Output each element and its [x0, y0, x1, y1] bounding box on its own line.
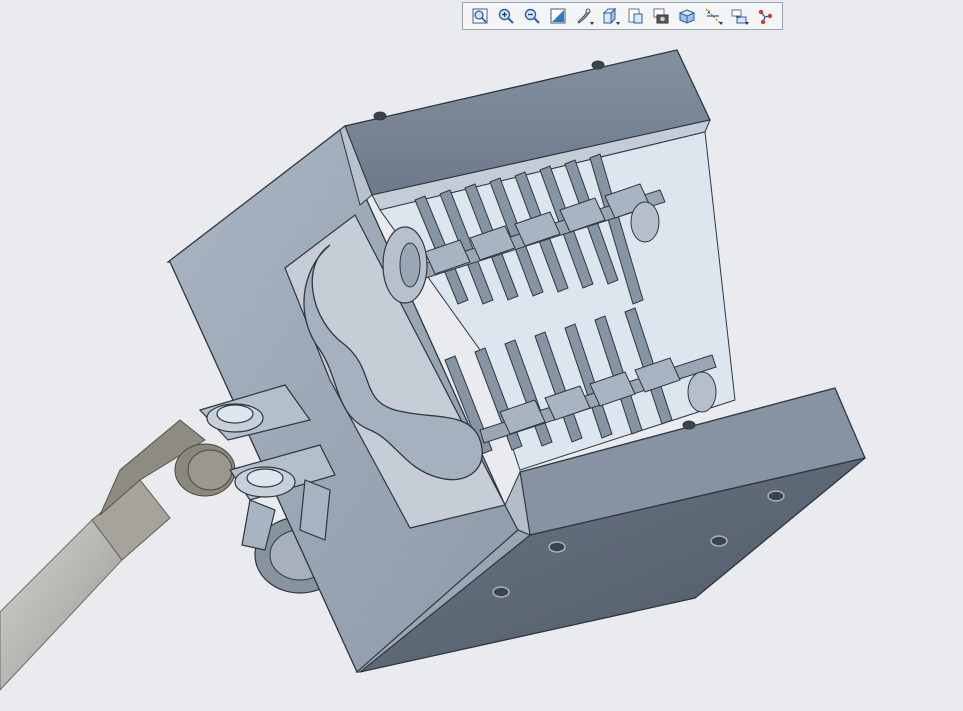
upper-bearing	[630, 201, 660, 243]
zoom-in-icon	[498, 8, 514, 24]
view-manager-button[interactable]	[623, 4, 649, 28]
handle-rod	[0, 419, 236, 691]
repaint-button[interactable]	[545, 4, 571, 28]
section-view-button[interactable]	[674, 4, 700, 28]
repaint-icon	[550, 8, 566, 24]
saved-orientations-button[interactable]	[597, 4, 623, 28]
section-view-icon	[679, 9, 696, 24]
display-style-button[interactable]	[571, 4, 597, 28]
annotation-display-button[interactable]	[726, 4, 752, 28]
view-manager-icon	[628, 8, 643, 24]
graphics-toolbar: x	[462, 2, 783, 30]
datum-display-button[interactable]: x	[700, 4, 726, 28]
svg-text:x: x	[707, 9, 711, 16]
spin-center-icon	[758, 9, 773, 25]
zoom-out-button[interactable]	[519, 4, 545, 28]
snapshot-button[interactable]	[648, 4, 674, 28]
snapshot-icon	[653, 8, 669, 24]
zoom-out-icon	[524, 8, 540, 24]
spin-center-button[interactable]	[752, 4, 778, 28]
refit-icon	[472, 8, 488, 24]
refit-button[interactable]	[467, 4, 493, 28]
zoom-in-button[interactable]	[493, 4, 519, 28]
lower-bearing	[687, 371, 717, 413]
cad-model-graphic[interactable]	[0, 0, 963, 711]
model-viewport[interactable]: x	[0, 0, 963, 711]
